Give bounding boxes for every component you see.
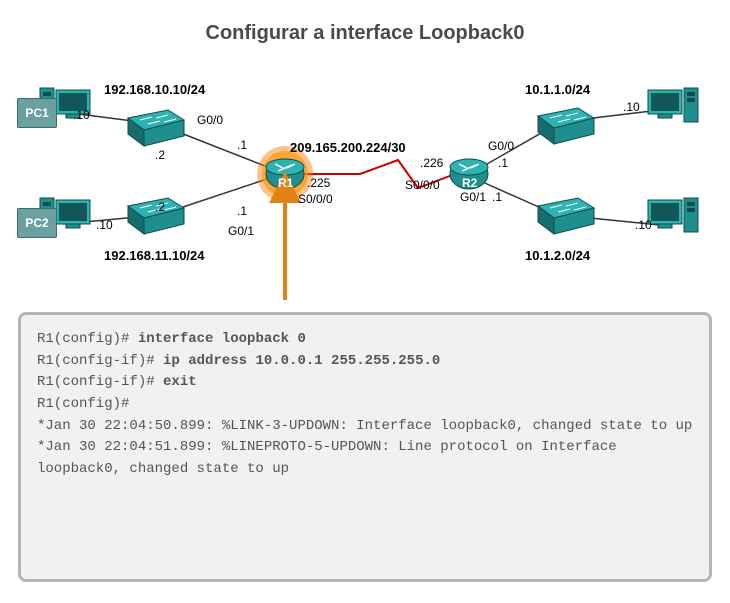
net-lb: 192.168.11.10/24 [104, 248, 205, 263]
cli-output: R1(config)# interface loopback 0 R1(conf… [18, 312, 712, 582]
r1-g01-if: G0/1 [228, 224, 254, 238]
r2-g00-ip: .1 [498, 156, 508, 170]
r1-g00-ip: .1 [237, 138, 247, 152]
pc1-ip: .10 [73, 108, 90, 122]
pc2-ip: .10 [96, 218, 113, 232]
r1-s-ip: .225 [307, 176, 330, 190]
sw2-ip: .2 [155, 200, 165, 214]
r1-g00-if: G0/0 [197, 113, 223, 127]
pc1-label: PC1 [17, 98, 57, 128]
cli-line: R1(config-if)# ip address 10.0.0.1 255.2… [37, 353, 440, 369]
r1-label: R1 [278, 176, 293, 190]
pc4-ip: .10 [635, 218, 652, 232]
sw1-ip: .2 [155, 148, 165, 162]
cli-line: R1(config-if)# exit [37, 374, 197, 390]
r1-g01-ip: .1 [237, 204, 247, 218]
cli-line: *Jan 30 22:04:51.899: %LINEPROTO-5-UPDOW… [37, 439, 625, 477]
r2-s-if: S0/0/0 [405, 178, 440, 192]
net-wan: 209.165.200.224/30 [290, 140, 406, 155]
r2-g01-if: G0/1 [460, 190, 486, 204]
cli-line: R1(config)# [37, 396, 129, 412]
r2-g01-ip: .1 [492, 190, 502, 204]
net-rt: 10.1.1.0/24 [525, 82, 590, 97]
cli-line: R1(config)# interface loopback 0 [37, 331, 306, 347]
r2-g00-if: G0/0 [488, 139, 514, 153]
pc3-ip: .10 [623, 100, 640, 114]
cli-line: *Jan 30 22:04:50.899: %LINK-3-UPDOWN: In… [37, 418, 692, 434]
net-rb: 10.1.2.0/24 [525, 248, 590, 263]
r2-label: R2 [462, 176, 477, 190]
r2-s-ip: .226 [420, 156, 443, 170]
r1-s-if: S0/0/0 [298, 192, 333, 206]
network-diagram [0, 0, 730, 320]
net-lt: 192.168.10.10/24 [104, 82, 205, 97]
pc2-label: PC2 [17, 208, 57, 238]
